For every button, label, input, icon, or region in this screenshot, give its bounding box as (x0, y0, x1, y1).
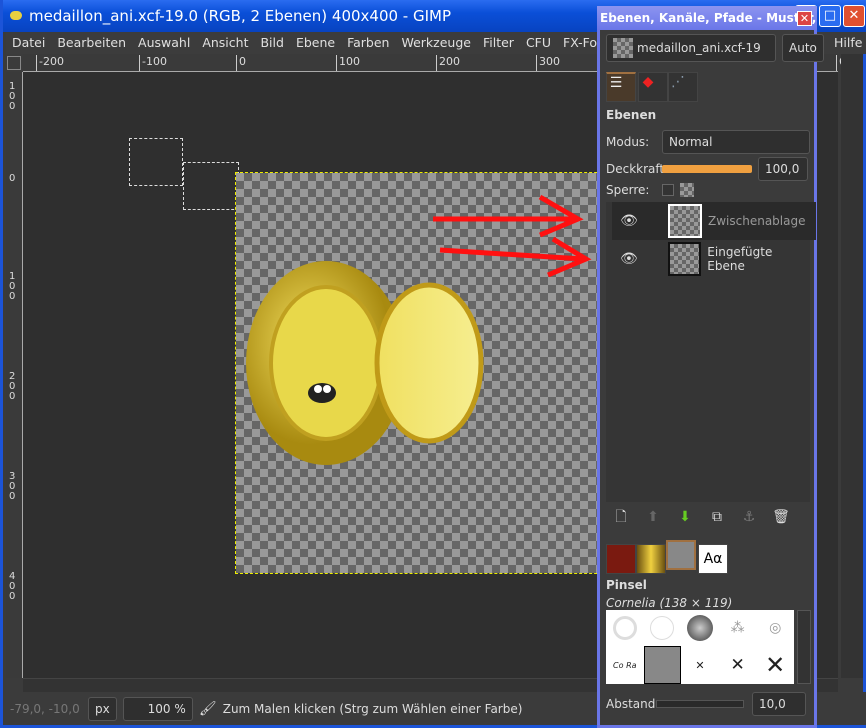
layers-heading: Ebenen (606, 108, 657, 122)
tab-gradients[interactable] (636, 544, 666, 574)
tab-fonts[interactable]: Aα (698, 544, 728, 574)
menu-bearbeiten[interactable]: Bearbeiten (51, 32, 132, 54)
dock-title: Ebenen, Kanäle, Pfade - Muster, F... (597, 6, 817, 30)
spacing-value[interactable]: 10,0 (752, 692, 806, 716)
opacity-value[interactable]: 100,0 (758, 157, 808, 181)
layer-thumbnail (668, 204, 702, 238)
unit-select[interactable]: px (88, 696, 117, 721)
menu-ebene[interactable]: Ebene (290, 32, 341, 54)
opacity-slider[interactable] (662, 165, 752, 173)
spacing-slider[interactable] (656, 700, 744, 708)
red-arrows-annotation (433, 194, 592, 277)
ruler-label: 300 (536, 55, 560, 71)
menu-cfu[interactable]: CFU (520, 32, 557, 54)
maximize-button[interactable]: □ (819, 5, 841, 27)
layer-name: Zwischenablage (708, 214, 806, 228)
ruler-label: 200 (9, 371, 16, 402)
brush-item[interactable]: ◎ (756, 610, 794, 646)
menu-filter[interactable]: Filter (477, 32, 520, 54)
tab-paths[interactable]: ⋰ (668, 72, 698, 102)
auto-button[interactable]: Auto (782, 34, 824, 62)
image-select-value: medaillon_ani.xcf-19 (637, 41, 761, 55)
window-title: medaillon_ani.xcf-19.0 (RGB, 2 Ebenen) 4… (29, 7, 452, 25)
layers-dock: Ebenen, Kanäle, Pfade - Muster, F... ✕ m… (597, 6, 824, 728)
tab-layers[interactable]: ☰ (606, 72, 636, 102)
ruler-label: 100 (336, 55, 360, 71)
eye-icon[interactable]: 👁 (620, 250, 638, 268)
layer-row[interactable]: 👁 Eingefügte Ebene (612, 240, 812, 278)
layer-list: 👁 Zwischenablage 👁 Eingefügte Ebene (606, 202, 816, 502)
brush-item[interactable]: ✕ (756, 646, 794, 684)
menu-bild[interactable]: Bild (254, 32, 289, 54)
raise-layer-icon[interactable]: ⬆ (644, 508, 662, 526)
image-thumbnail (613, 38, 633, 58)
paintbrush-icon: 🖌 (198, 700, 217, 717)
duplicate-layer-icon[interactable]: ⧉ (708, 508, 726, 526)
brush-item[interactable] (681, 610, 719, 646)
brushes-heading: Pinsel (606, 578, 647, 592)
ruler-label: 200 (436, 55, 460, 71)
floating-selection-outline (129, 138, 183, 186)
floating-selection-outline (183, 162, 239, 210)
lock-alpha-checkbox[interactable] (680, 183, 694, 197)
pointer-coordinates: -79,0, -10,0 (10, 701, 80, 716)
menu-auswahl[interactable]: Auswahl (132, 32, 196, 54)
lock-label: Sperre: (606, 183, 650, 197)
ruler-label: 300 (9, 471, 16, 502)
layer-row[interactable]: 👁 Zwischenablage (612, 202, 816, 240)
layer-buttons: 🗋 ⬆ ⬇ ⧉ ⚓ 🗑 (612, 508, 790, 526)
brush-item[interactable] (606, 610, 644, 646)
mode-label: Modus: (606, 135, 650, 149)
layer-name: Eingefügte Ebene (707, 245, 773, 273)
ruler-label: -100 (139, 55, 167, 71)
image-select[interactable]: medaillon_ani.xcf-19 (606, 34, 776, 62)
anchor-layer-icon[interactable]: ⚓ (740, 508, 758, 526)
paths-icon: ⋰ (671, 74, 685, 90)
dock-close-button[interactable]: ✕ (797, 11, 812, 26)
ruler-label: 100 (9, 271, 16, 302)
lower-layer-icon[interactable]: ⬇ (676, 508, 694, 526)
brush-item[interactable]: ✕ (719, 646, 757, 684)
mode-select[interactable]: Normal (662, 130, 810, 154)
ruler-label: 400 (9, 571, 16, 602)
brush-item[interactable]: ✕ (681, 646, 719, 684)
brush-item[interactable]: ⁂ (719, 610, 757, 646)
brush-item[interactable] (644, 610, 682, 646)
ruler-label: 100 (9, 81, 16, 112)
menu-farben[interactable]: Farben (341, 32, 395, 54)
delete-layer-icon[interactable]: 🗑 (772, 508, 790, 526)
brush-name: Cornelia (138 × 119) (606, 596, 733, 610)
menu-hilfe[interactable]: Hilfe (828, 32, 866, 54)
close-button[interactable]: ✕ (843, 5, 865, 27)
ruler-label: 0 (9, 173, 16, 184)
spacing-label: Abstand: (606, 697, 660, 711)
ruler-label: 0 (236, 55, 246, 71)
ruler-label: -200 (36, 55, 64, 71)
brush-item-selected[interactable] (643, 646, 682, 684)
new-layer-icon[interactable]: 🗋 (612, 508, 630, 526)
menu-ansicht[interactable]: Ansicht (196, 32, 254, 54)
menu-datei[interactable]: Datei (6, 32, 51, 54)
tab-patterns[interactable] (606, 544, 636, 574)
brush-item[interactable]: Co Ra (606, 646, 644, 684)
tab-channels[interactable]: ◆ (638, 72, 668, 102)
layer-thumbnail (667, 242, 702, 276)
opacity-label: Deckkraft: (606, 162, 669, 176)
tab-brushes[interactable] (666, 540, 696, 570)
vertical-ruler: 100 0 100 200 300 400 (6, 72, 23, 678)
brush-grid-scrollbar[interactable] (797, 610, 811, 684)
brush-grid: ⁂ ◎ Co Ra ✕ ✕ ✕ (606, 610, 794, 684)
eye-icon[interactable]: 👁 (620, 212, 638, 230)
menu-werkzeuge[interactable]: Werkzeuge (395, 32, 477, 54)
gimp-icon (10, 11, 22, 20)
zoom-select[interactable]: 100 % (122, 696, 193, 721)
channels-icon: ◆ (642, 74, 654, 90)
layers-icon: ☰ (609, 75, 623, 91)
vertical-scrollbar[interactable] (841, 54, 863, 678)
status-message: Zum Malen klicken (Strg zum Wählen einer… (222, 701, 523, 716)
lock-pixels-checkbox[interactable] (662, 184, 674, 196)
quick-mask-toggle[interactable] (7, 56, 21, 70)
